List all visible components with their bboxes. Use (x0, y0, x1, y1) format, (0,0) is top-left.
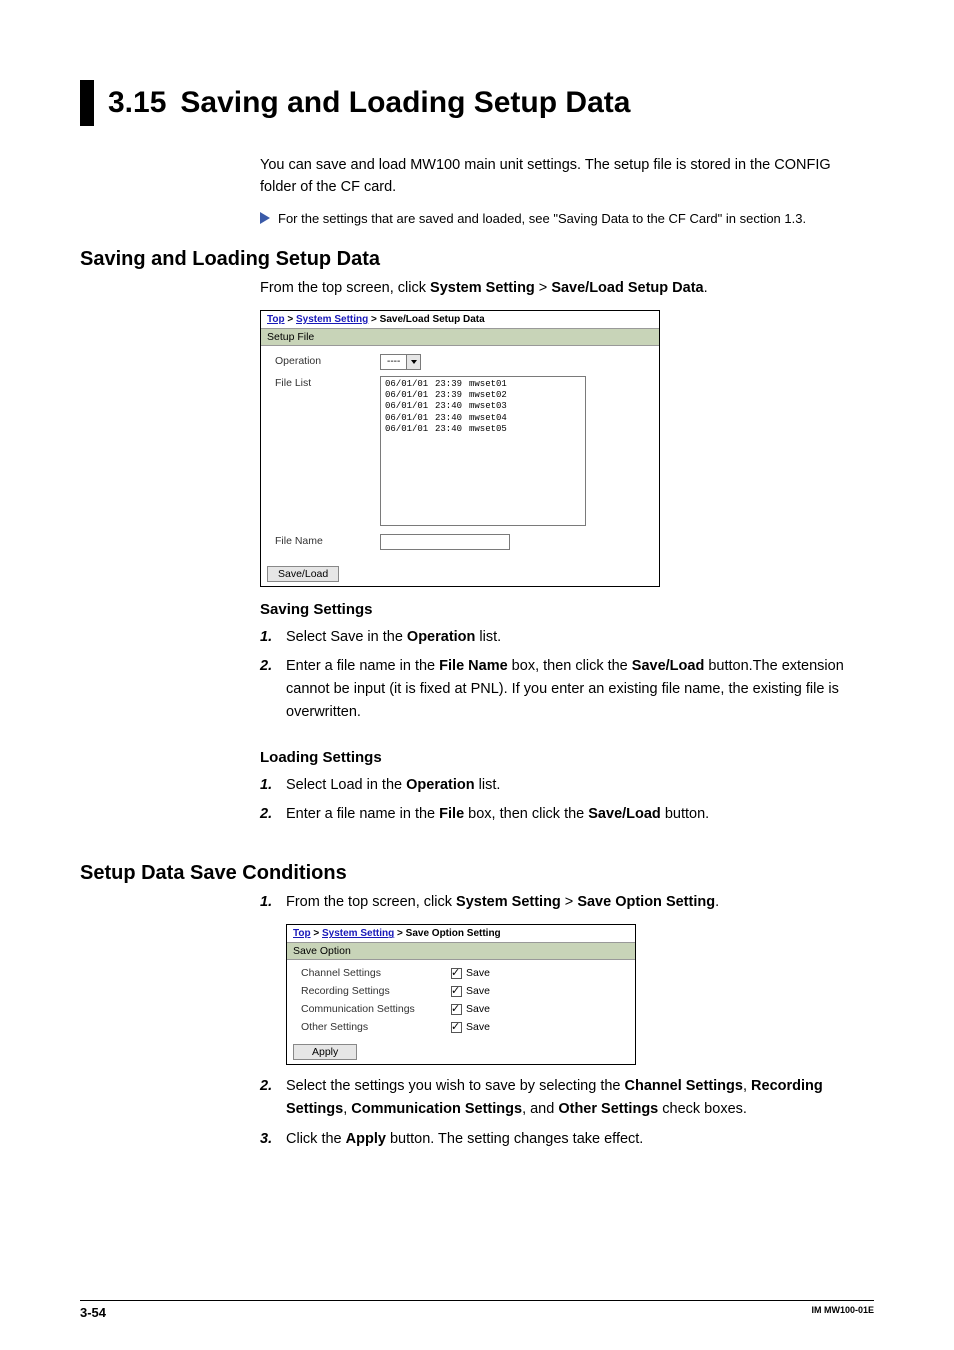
checkbox-icon (451, 986, 462, 997)
subsection-heading-save-conditions: Setup Data Save Conditions (80, 862, 874, 885)
file-row[interactable]: 06/01/0123:39mwset02 (385, 390, 581, 401)
step-number: 1 (260, 774, 286, 797)
operation-select[interactable]: ---- (380, 354, 421, 370)
saving-step-1: Select Save in the Operation list. (286, 626, 844, 649)
section-title-block: 3.15 Saving and Loading Setup Data (80, 80, 874, 126)
checkbox-icon (451, 1022, 462, 1033)
step-number: 2 (260, 655, 286, 725)
step-number: 1 (260, 626, 286, 649)
bc-current: Save Option Setting (406, 928, 501, 939)
heading-loading-settings: Loading Settings (260, 749, 844, 766)
file-name-input[interactable] (380, 534, 510, 550)
reference-note: For the settings that are saved and load… (278, 209, 806, 229)
checkbox-channel-settings[interactable]: Save (451, 967, 490, 979)
label-operation: Operation (275, 354, 380, 367)
step-number: 2 (260, 1075, 286, 1121)
bc-current: Save/Load Setup Data (380, 314, 485, 325)
chevron-down-icon[interactable] (406, 355, 420, 369)
label-file-list: File List (275, 376, 380, 389)
reference-arrow-icon (260, 212, 270, 224)
heading-saving-settings: Saving Settings (260, 601, 844, 618)
section-title: Saving and Loading Setup Data (180, 80, 630, 126)
label-other-settings: Other Settings (301, 1021, 451, 1033)
checkbox-recording-settings[interactable]: Save (451, 985, 490, 997)
document-id: IM MW100-01E (811, 1305, 874, 1320)
operation-select-value: ---- (381, 356, 406, 367)
cond-step-3: Click the Apply button. The setting chan… (286, 1128, 844, 1151)
label-communication-settings: Communication Settings (301, 1003, 451, 1015)
intro-paragraph: You can save and load MW100 main unit se… (260, 154, 844, 199)
cond-step-1: From the top screen, click System Settin… (286, 891, 844, 914)
bc-link-system-setting[interactable]: System Setting (322, 928, 394, 939)
checkbox-icon (451, 968, 462, 979)
screenshot-save-option: Top > System Setting > Save Option Setti… (286, 924, 636, 1065)
breadcrumb-2: Top > System Setting > Save Option Setti… (287, 925, 635, 942)
screenshot-save-load: Top > System Setting > Save/Load Setup D… (260, 310, 660, 587)
file-row[interactable]: 06/01/0123:39mwset01 (385, 379, 581, 390)
label-file-name: File Name (275, 534, 380, 547)
page-number: 3-54 (80, 1305, 106, 1320)
file-row[interactable]: 06/01/0123:40mwset03 (385, 401, 581, 412)
title-marker (80, 80, 94, 126)
file-row[interactable]: 06/01/0123:40mwset04 (385, 413, 581, 424)
page-footer: 3-54 IM MW100-01E (80, 1300, 874, 1320)
panel-header-setup-file: Setup File (261, 328, 659, 346)
step-number: 3 (260, 1128, 286, 1151)
saving-step-2: Enter a file name in the File Name box, … (286, 655, 844, 725)
section-number: 3.15 (102, 80, 180, 126)
step-number: 1 (260, 891, 286, 914)
cond-step-2: Select the settings you wish to save by … (286, 1075, 844, 1121)
file-list[interactable]: 06/01/0123:39mwset01 06/01/0123:39mwset0… (380, 376, 586, 526)
label-channel-settings: Channel Settings (301, 967, 451, 979)
checkbox-icon (451, 1004, 462, 1015)
label-recording-settings: Recording Settings (301, 985, 451, 997)
breadcrumb-1: Top > System Setting > Save/Load Setup D… (261, 311, 659, 328)
bc-link-top[interactable]: Top (267, 314, 285, 325)
panel-header-save-option: Save Option (287, 942, 635, 960)
bc-link-system-setting[interactable]: System Setting (296, 314, 368, 325)
bc-link-top[interactable]: Top (293, 928, 311, 939)
step-number: 2 (260, 803, 286, 826)
checkbox-communication-settings[interactable]: Save (451, 1003, 490, 1015)
apply-button[interactable]: Apply (293, 1044, 357, 1060)
loading-step-2: Enter a file name in the File box, then … (286, 803, 844, 826)
nav-instruction-1: From the top screen, click System Settin… (260, 277, 844, 299)
save-load-button[interactable]: Save/Load (267, 566, 339, 582)
file-row[interactable]: 06/01/0123:40mwset05 (385, 424, 581, 435)
checkbox-other-settings[interactable]: Save (451, 1021, 490, 1033)
loading-step-1: Select Load in the Operation list. (286, 774, 844, 797)
subsection-heading-saving-loading: Saving and Loading Setup Data (80, 248, 874, 271)
